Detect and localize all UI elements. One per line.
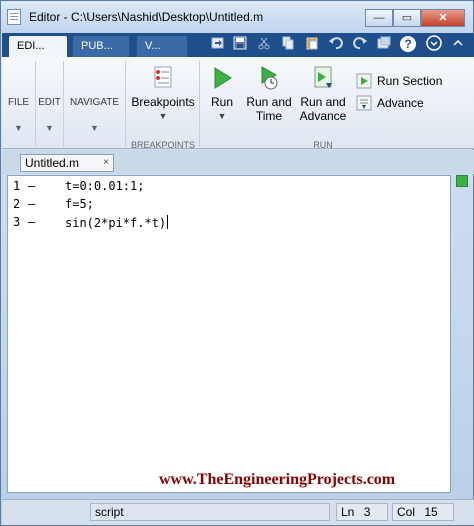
run-and-time-label-1: Run and bbox=[246, 95, 292, 109]
code-analyzer-status-icon[interactable] bbox=[456, 175, 468, 187]
file-tab-bar: Untitled.m × bbox=[2, 150, 474, 174]
code-text[interactable]: f=5; bbox=[65, 197, 94, 211]
redo-icon[interactable] bbox=[350, 35, 370, 55]
run-group: Run ▼ Run and Time Run and Advance Run S… bbox=[200, 61, 474, 150]
maximize-button[interactable]: ▭ bbox=[393, 9, 421, 27]
run-and-advance-label-2: Advance bbox=[299, 109, 347, 123]
line-indicator: Ln 3 bbox=[336, 503, 388, 521]
run-and-advance-icon bbox=[314, 66, 332, 88]
switch-windows-icon[interactable] bbox=[374, 35, 394, 55]
run-and-time-icon bbox=[261, 66, 278, 90]
code-line[interactable]: 1 — t=0:0.01:1; bbox=[8, 178, 448, 196]
edit-group-label: EDIT bbox=[38, 97, 61, 108]
chevron-down-icon: ▼ bbox=[158, 111, 168, 121]
options-menu-icon[interactable] bbox=[424, 35, 444, 55]
run-and-advance-label-1: Run and bbox=[300, 95, 346, 109]
breakpoints-section-label: BREAKPOINTS bbox=[130, 140, 195, 150]
line-label: Ln bbox=[341, 505, 355, 519]
breakpoints-icon bbox=[154, 66, 172, 88]
text-cursor bbox=[167, 215, 169, 229]
line-value: 3 bbox=[363, 505, 371, 519]
run-section-label: Run Section bbox=[377, 74, 443, 88]
svg-text:?: ? bbox=[404, 37, 411, 51]
column-label: Col bbox=[397, 505, 416, 519]
chevron-down-icon: ▼ bbox=[14, 123, 23, 133]
line-number: 1 bbox=[13, 179, 21, 193]
breakpoint-marker[interactable]: — bbox=[28, 215, 35, 229]
close-icon[interactable]: × bbox=[103, 157, 109, 168]
chevron-down-icon: ▼ bbox=[217, 111, 227, 121]
file-group[interactable]: FILE ▼ bbox=[2, 61, 36, 147]
breakpoints-button[interactable]: Breakpoints ▼ bbox=[130, 65, 196, 123]
ribbon-tab-row: EDI... PUB... V... ? bbox=[2, 33, 474, 57]
column-indicator: Col 15 bbox=[392, 503, 454, 521]
run-button[interactable]: Run ▼ bbox=[204, 65, 240, 123]
line-number: 3 bbox=[13, 215, 21, 229]
run-section-icon bbox=[356, 73, 372, 89]
run-and-time-button[interactable]: Run and Time bbox=[244, 65, 294, 123]
chevron-down-icon: ▼ bbox=[90, 123, 99, 133]
code-line[interactable]: 3 — sin(2*pi*f.*t) bbox=[8, 214, 448, 232]
file-tab-label: Untitled.m bbox=[25, 156, 80, 170]
copy-icon[interactable] bbox=[278, 35, 298, 55]
minimize-toolstrip-icon[interactable] bbox=[448, 35, 468, 55]
save-icon[interactable] bbox=[230, 35, 250, 55]
code-text[interactable]: t=0:0.01:1; bbox=[65, 179, 144, 193]
watermark-text: www.TheEngineeringProjects.com bbox=[159, 471, 396, 488]
run-and-time-label-2: Time bbox=[255, 109, 283, 123]
tab-editor[interactable]: EDI... bbox=[8, 35, 68, 57]
code-text-with-cursor[interactable]: sin(2*pi*f.*t) bbox=[65, 215, 169, 230]
run-and-advance-button[interactable]: Run and Advance bbox=[296, 65, 350, 123]
advance-icon bbox=[356, 95, 372, 111]
navigate-group-label: NAVIGATE bbox=[69, 97, 120, 108]
help-icon[interactable]: ? bbox=[398, 35, 418, 55]
file-type-indicator: script bbox=[90, 503, 330, 521]
advance-label: Advance bbox=[377, 96, 424, 110]
code-editor[interactable]: 1 — t=0:0.01:1; 2 — f=5; 3 — sin(2*pi*f.… bbox=[7, 175, 451, 493]
paste-icon[interactable] bbox=[302, 35, 322, 55]
close-button[interactable]: ✕ bbox=[421, 9, 465, 27]
document-icon bbox=[7, 9, 21, 25]
editor-window: Editor - C:\Users\Nashid\Desktop\Untitle… bbox=[0, 0, 474, 526]
breakpoints-label: Breakpoints bbox=[131, 95, 195, 109]
code-line[interactable]: 2 — f=5; bbox=[8, 196, 448, 214]
file-tab-untitled[interactable]: Untitled.m × bbox=[20, 154, 114, 172]
advance-button[interactable]: Advance bbox=[356, 95, 424, 111]
tab-publish[interactable]: PUB... bbox=[72, 35, 130, 57]
edit-group[interactable]: EDIT ▼ bbox=[36, 61, 64, 147]
line-number: 2 bbox=[13, 197, 21, 211]
breakpoint-marker[interactable]: — bbox=[28, 197, 35, 211]
file-group-label: FILE bbox=[7, 97, 30, 108]
new-window-icon[interactable] bbox=[208, 35, 228, 55]
chevron-down-icon: ▼ bbox=[45, 123, 54, 133]
cut-icon[interactable] bbox=[254, 35, 274, 55]
run-section-label-footer: RUN bbox=[313, 140, 333, 150]
breakpoints-group: Breakpoints ▼ BREAKPOINTS bbox=[126, 61, 200, 150]
undo-icon[interactable] bbox=[326, 35, 346, 55]
navigate-group[interactable]: NAVIGATE ▼ bbox=[64, 61, 126, 147]
window-controls: — ▭ ✕ bbox=[365, 9, 465, 27]
run-section-button[interactable]: Run Section bbox=[356, 73, 442, 89]
code-text[interactable]: sin(2*pi*f.*t) bbox=[65, 216, 166, 230]
column-value: 15 bbox=[424, 505, 438, 519]
breakpoint-marker[interactable]: — bbox=[28, 179, 35, 193]
tab-view[interactable]: V... bbox=[136, 35, 188, 57]
run-label: Run bbox=[210, 95, 233, 109]
run-icon bbox=[214, 67, 232, 89]
title-bar: Editor - C:\Users\Nashid\Desktop\Untitle… bbox=[1, 1, 473, 33]
window-title: Editor - C:\Users\Nashid\Desktop\Untitle… bbox=[29, 10, 264, 24]
message-indicator-bar bbox=[456, 175, 470, 493]
minimize-button[interactable]: — bbox=[365, 9, 393, 27]
status-bar: script Ln 3 Col 15 bbox=[2, 499, 474, 525]
ribbon-toolstrip: FILE ▼ EDIT ▼ NAVIGATE ▼ Breakpoints ▼ B… bbox=[2, 57, 474, 150]
